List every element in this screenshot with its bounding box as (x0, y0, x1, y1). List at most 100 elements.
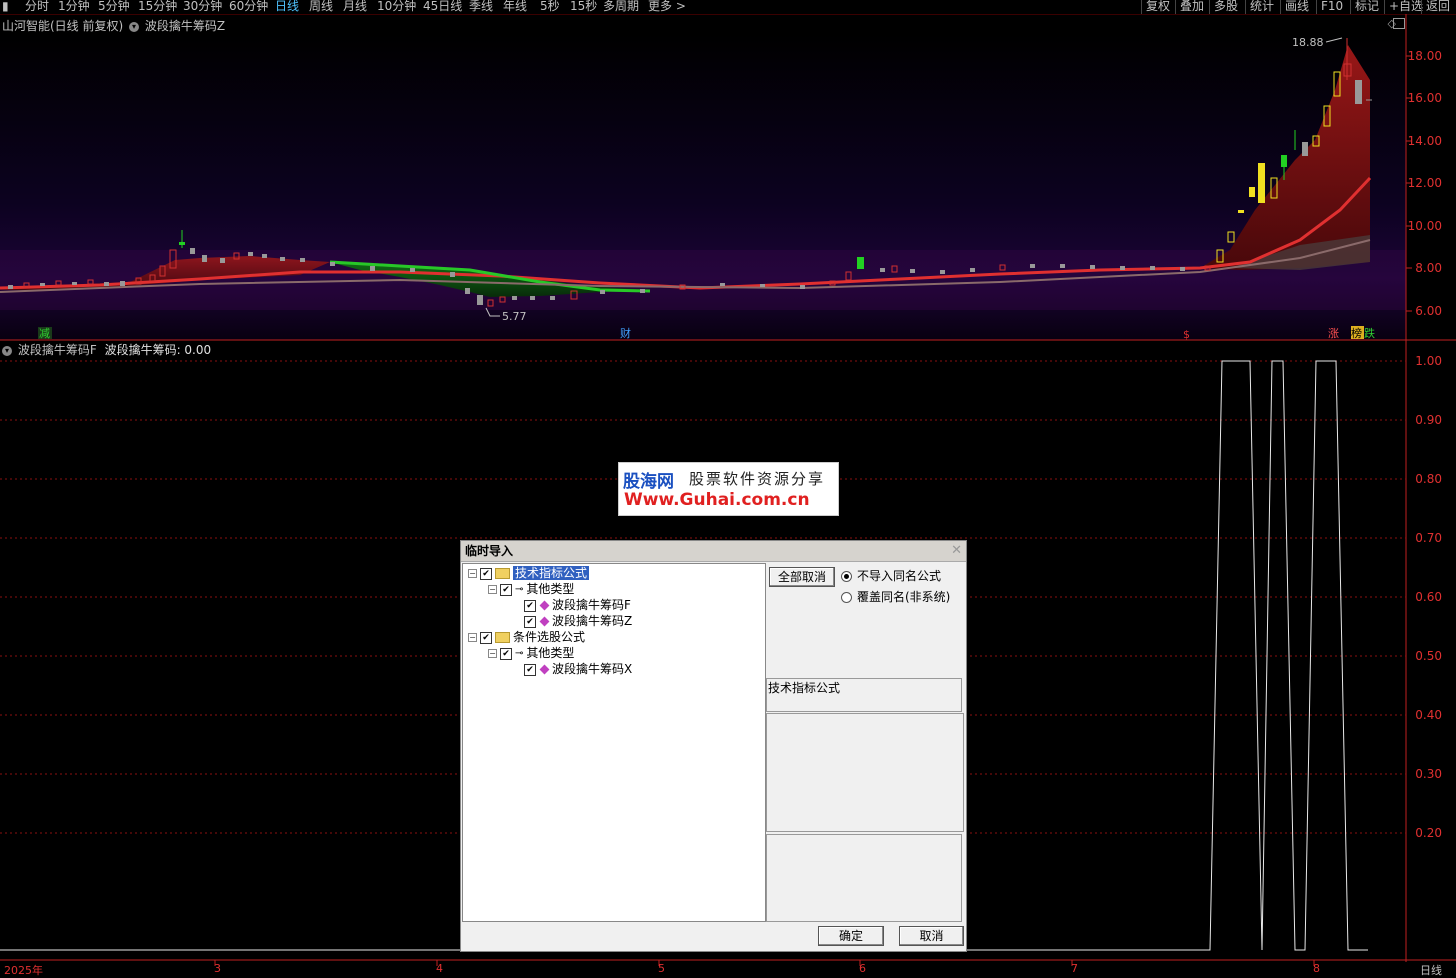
candle (720, 283, 725, 286)
tree-node-label[interactable]: 波段擒牛筹码Z (552, 614, 632, 628)
radio-label[interactable]: 覆盖同名(非系统) (857, 590, 950, 604)
x-tick-label: 2025年 (4, 964, 43, 977)
marker-reduce: 减 (39, 327, 50, 340)
high-label: 18.88 (1292, 36, 1324, 49)
window-toggle-icon[interactable] (1393, 18, 1405, 29)
candle (202, 255, 207, 262)
cancel-button[interactable]: 取消 (899, 926, 964, 946)
x-tick-label: 3 (214, 962, 221, 975)
ok-button[interactable]: 确定 (818, 926, 884, 946)
key-icon: ⊸ (515, 647, 524, 659)
tree-node-screening[interactable]: − ✔ 条件选股公式 (468, 629, 585, 645)
collapse-icon[interactable]: − (488, 649, 497, 658)
formula-icon (539, 600, 550, 611)
tree-node-label[interactable]: 波段擒牛筹码F (552, 598, 631, 612)
collapse-icon[interactable]: − (468, 633, 477, 642)
candle (179, 242, 185, 245)
close-icon[interactable]: ✕ (951, 541, 962, 561)
watermark-tagline: 股票软件资源分享 (689, 470, 826, 488)
candle (190, 248, 195, 254)
info-pane: 技术指标公式 (766, 678, 962, 712)
collapse-icon[interactable]: − (468, 569, 477, 578)
candle (410, 268, 415, 272)
candle (8, 285, 13, 289)
candle (940, 270, 945, 274)
sub-tick-label: 0.60 (1415, 590, 1442, 604)
period-indicator: 日线 (1420, 964, 1442, 977)
checkbox[interactable]: ✔ (480, 631, 492, 644)
candle (1302, 142, 1308, 156)
tree-node-label[interactable]: 其他类型 (526, 646, 574, 660)
key-icon: ⊸ (515, 583, 524, 595)
x-ticks (214, 960, 1315, 966)
price-tick-label: 8.00 (1415, 261, 1442, 275)
candle (1355, 80, 1362, 104)
dialog-titlebar[interactable]: 临时导入 ✕ (461, 541, 966, 562)
sub-tick-label: 0.90 (1415, 413, 1442, 427)
radio-no-import[interactable]: 不导入同名公式 (841, 569, 941, 583)
radio-dot[interactable] (841, 571, 852, 582)
marker-rank: 榜 (1351, 326, 1362, 340)
watermark-url: Www.Guhai.com.cn (624, 490, 810, 510)
tree-node-formula-z[interactable]: ✔ 波段擒牛筹码Z (524, 613, 632, 629)
candle (1150, 266, 1155, 270)
price-tick-label: 14.00 (1407, 134, 1442, 148)
candle (120, 281, 125, 286)
marker-fall: 跌 (1364, 326, 1375, 340)
checkbox[interactable]: ✔ (524, 615, 536, 628)
detail-pane[interactable] (766, 834, 962, 922)
low-label: 5.77 (502, 310, 527, 323)
description-pane[interactable] (766, 713, 964, 832)
tree-node-label[interactable]: 条件选股公式 (513, 630, 585, 644)
x-tick-label: 6 (859, 962, 866, 975)
sub-chart-title: ▾ 波段擒牛筹码F 波段擒牛筹码: 0.00 (0, 341, 211, 358)
tree-node-formula-f[interactable]: ✔ 波段擒牛筹码F (524, 597, 631, 613)
folder-icon (495, 632, 510, 643)
candle (262, 254, 267, 258)
checkbox[interactable]: ✔ (500, 583, 512, 596)
info-label: 技术指标公式 (768, 681, 841, 695)
marker-dollar: $ (1183, 328, 1190, 341)
watermark-logo: 股海网 (623, 472, 674, 492)
candle (512, 296, 517, 300)
collapse-icon[interactable]: − (488, 585, 497, 594)
tree-node-indicators[interactable]: − ✔ 技术指标公式 (468, 565, 590, 581)
radio-dot[interactable] (841, 592, 852, 603)
checkbox[interactable]: ✔ (480, 567, 492, 580)
candle (1180, 267, 1185, 271)
dialog-title: 临时导入 (465, 544, 514, 558)
checkbox[interactable]: ✔ (500, 647, 512, 660)
tree-node-other-type[interactable]: − ✔ ⊸ 其他类型 (488, 581, 574, 597)
candle (330, 262, 335, 266)
candle (220, 258, 225, 263)
candle (370, 266, 375, 271)
sub-indicator-name[interactable]: 波段擒牛筹码F (18, 343, 97, 357)
chevron-down-icon[interactable]: ▾ (129, 21, 140, 32)
sub-tick-label: 0.30 (1415, 767, 1442, 781)
candle (248, 252, 253, 256)
cancel-all-button[interactable]: 全部取消 (769, 567, 835, 587)
candle (970, 268, 975, 272)
radio-label[interactable]: 不导入同名公式 (857, 569, 941, 583)
tree-node-label[interactable]: 波段擒牛筹码X (552, 662, 632, 676)
price-tick-label: 6.00 (1415, 304, 1442, 318)
sub-tick-label: 0.70 (1415, 531, 1442, 545)
tree-node-formula-x[interactable]: ✔ 波段擒牛筹码X (524, 661, 632, 677)
candle (40, 283, 45, 286)
main-indicator-name[interactable]: 波段擒牛筹码Z (145, 19, 225, 33)
x-tick-label: 7 (1071, 962, 1078, 975)
checkbox[interactable]: ✔ (524, 663, 536, 676)
sub-tick-label: 0.80 (1415, 472, 1442, 486)
tree-node-other-type[interactable]: − ✔ ⊸ 其他类型 (488, 645, 574, 661)
candle (104, 282, 109, 286)
candle (1258, 163, 1265, 203)
tree-node-label[interactable]: 其他类型 (526, 582, 574, 596)
marker-rise: 涨 (1328, 327, 1339, 340)
checkbox[interactable]: ✔ (524, 599, 536, 612)
radio-overwrite[interactable]: 覆盖同名(非系统) (841, 590, 950, 604)
tree-node-label[interactable]: 技术指标公式 (513, 566, 590, 580)
chevron-down-icon[interactable]: ▾ (2, 345, 12, 356)
sub-tick-label: 1.00 (1415, 354, 1442, 368)
candle (1281, 155, 1287, 167)
candle (857, 257, 864, 269)
